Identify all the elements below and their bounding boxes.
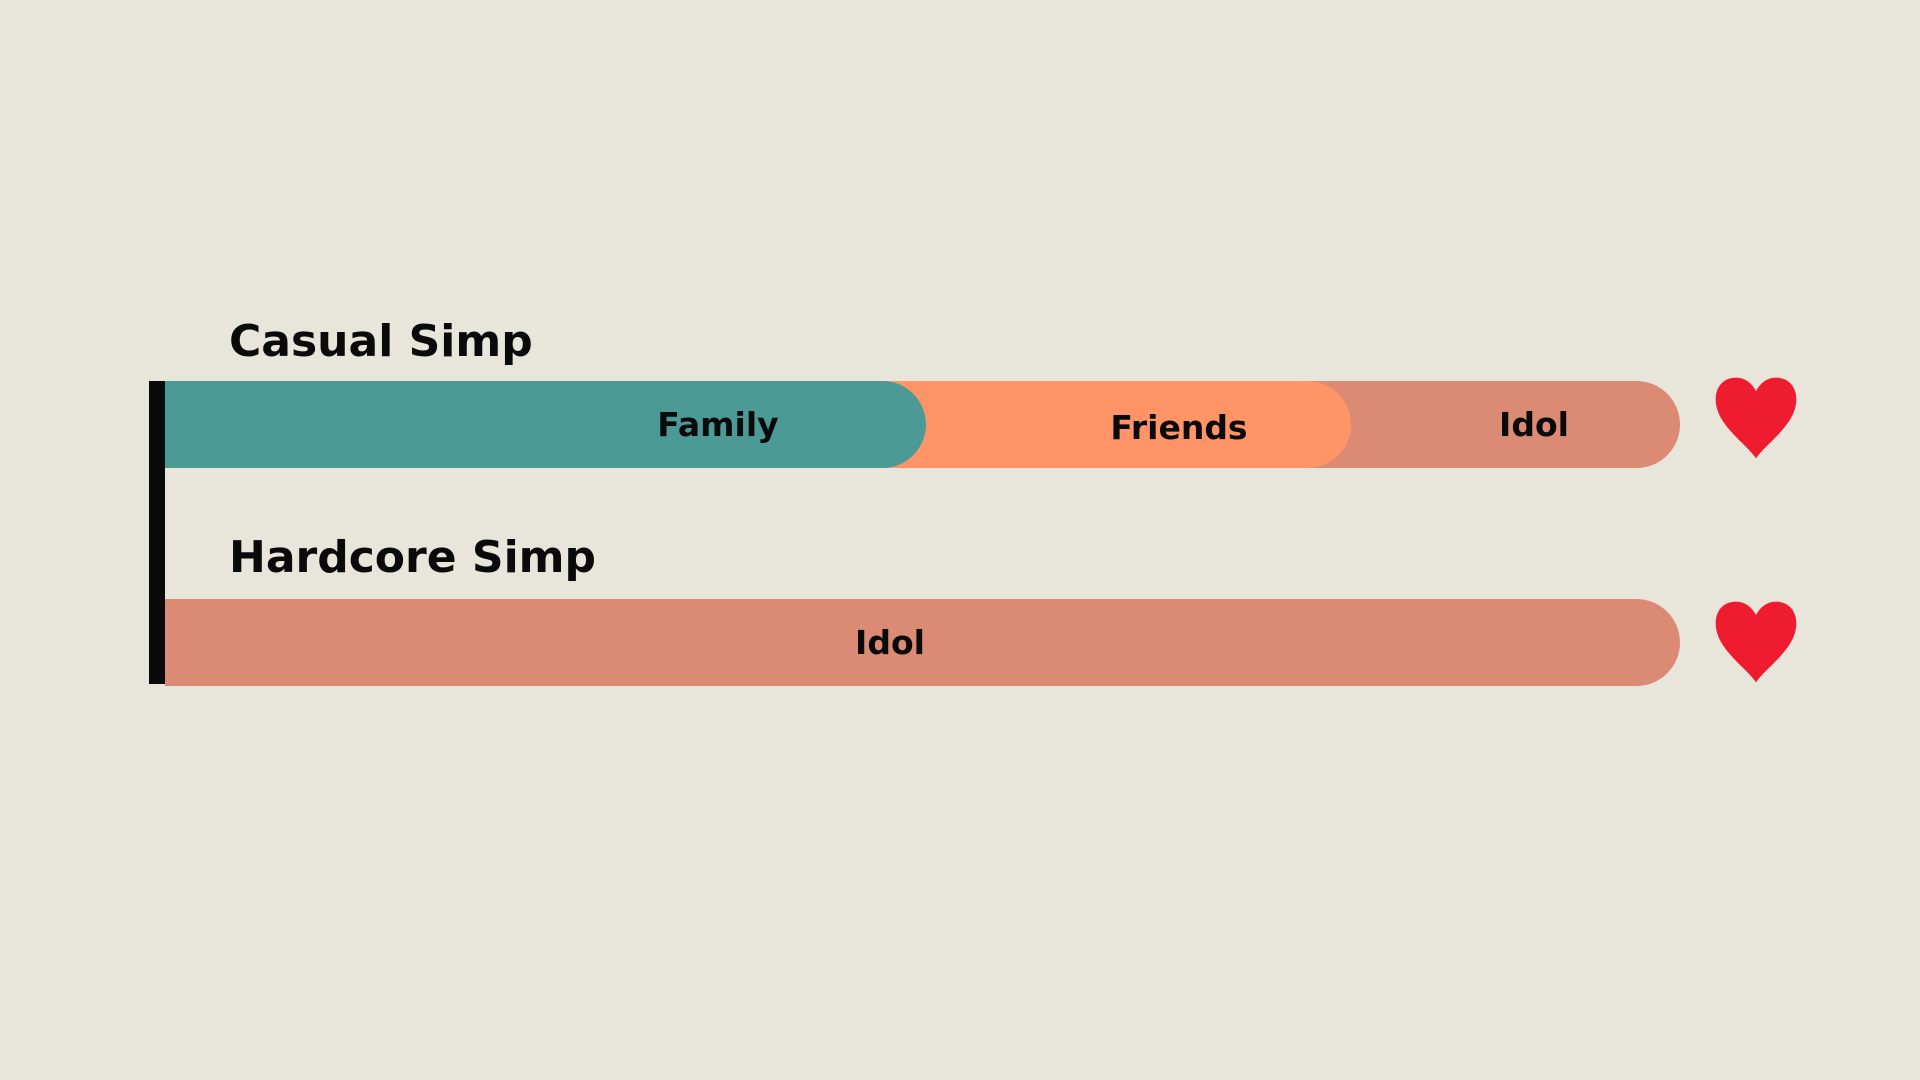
row-title-hardcore: Hardcore Simp — [229, 532, 596, 583]
segment-family — [165, 381, 926, 468]
segment-label-family: Family — [657, 405, 779, 444]
vertical-axis-line — [149, 381, 165, 684]
segment-label-friends: Friends — [1110, 408, 1248, 447]
segment-label-idol: Idol — [1499, 405, 1569, 444]
row-title-casual: Casual Simp — [229, 316, 533, 367]
casual-simp-bar: Family Friends Idol — [165, 381, 1680, 468]
heart-icon — [1715, 601, 1797, 683]
hardcore-simp-bar: Idol — [165, 599, 1680, 686]
segment-label-idol: Idol — [855, 623, 925, 662]
heart-icon — [1715, 377, 1797, 459]
